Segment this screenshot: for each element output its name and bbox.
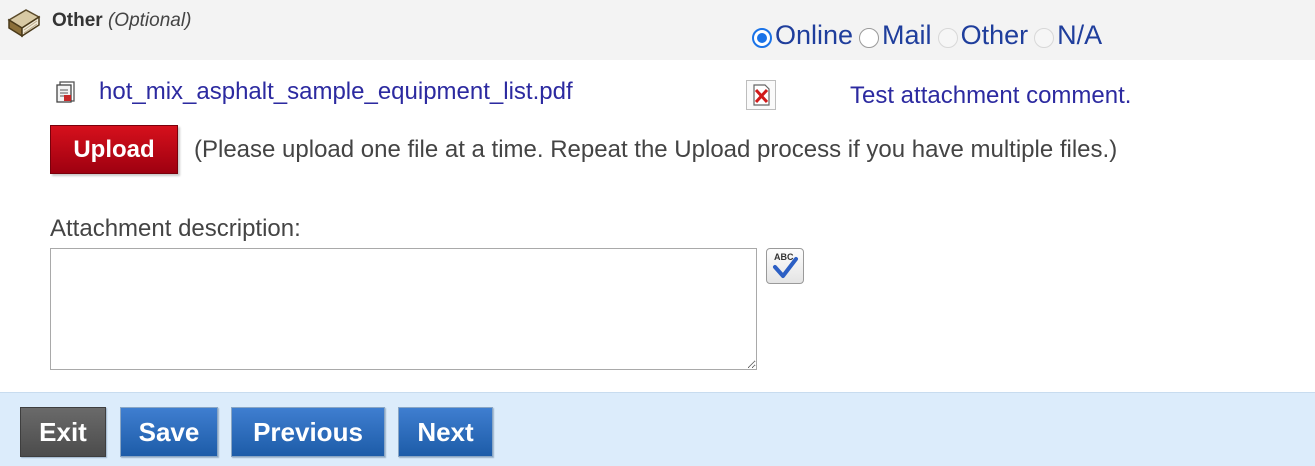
book-icon — [6, 8, 42, 38]
spellcheck-icon[interactable]: ABC — [766, 248, 804, 284]
attachment-description-label: Attachment description: — [50, 215, 301, 242]
navigation-footer: Exit Save Previous Next — [0, 392, 1315, 466]
previous-button[interactable]: Previous — [231, 407, 385, 457]
section-header: Other (Optional) Online Mail Other N/A — [0, 0, 1315, 60]
optional-label: (Optional) — [107, 10, 192, 31]
attachment-file-link[interactable]: hot_mix_asphalt_sample_equipment_list.pd… — [99, 78, 573, 106]
attachment-row: hot_mix_asphalt_sample_equipment_list.pd… — [55, 76, 1255, 110]
save-button[interactable]: Save — [120, 407, 218, 457]
next-button[interactable]: Next — [398, 407, 493, 457]
radio-other — [937, 28, 958, 48]
radio-na — [1034, 28, 1055, 48]
radio-other-label: Other — [960, 19, 1029, 50]
radio-mail[interactable] — [859, 28, 880, 48]
attachment-description-field[interactable] — [50, 248, 757, 370]
attachment-comment: Test attachment comment. — [850, 82, 1132, 109]
section-title-text: Other — [52, 10, 103, 31]
upload-hint: (Please upload one file at a time. Repea… — [194, 136, 1118, 163]
radio-mail-label[interactable]: Mail — [882, 20, 932, 51]
radio-online-label[interactable]: Online — [775, 20, 853, 51]
exit-button[interactable]: Exit — [20, 407, 106, 457]
delete-file-icon[interactable] — [746, 80, 776, 110]
upload-button[interactable]: Upload — [50, 125, 178, 174]
delivery-method-radio-group: Online Mail Other N/A — [752, 18, 1108, 52]
pdf-file-icon — [55, 80, 77, 104]
radio-online[interactable] — [752, 28, 772, 48]
section-title: Other (Optional) — [52, 10, 191, 32]
radio-na-label: N/A — [1057, 19, 1103, 50]
